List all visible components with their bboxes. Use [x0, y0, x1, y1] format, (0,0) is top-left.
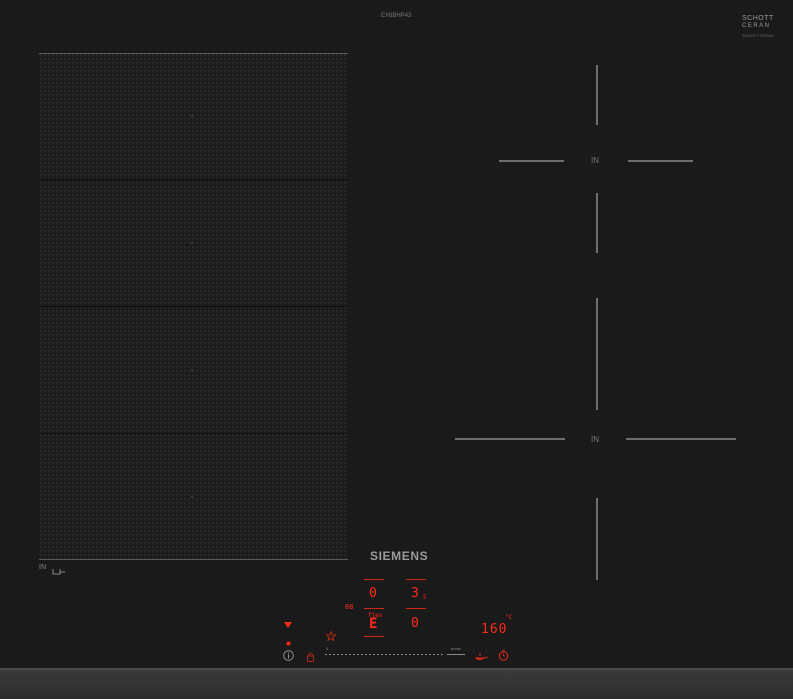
- flex-zone-center-dot: [191, 369, 193, 371]
- pan-icon: [52, 563, 66, 581]
- stainless-frame: [0, 670, 793, 699]
- schott-logo-line3: SCHOTT CERAN: [742, 33, 774, 38]
- flex-zone-label: IN: [39, 564, 46, 571]
- zone-indicator-bar: [364, 579, 384, 580]
- flex-zone-center-dot: [191, 242, 193, 244]
- power-level-display[interactable]: 0: [411, 617, 419, 630]
- zone-indicator-bar: [406, 579, 426, 580]
- zone-lower-marker-top: [596, 298, 598, 410]
- boost-label: boost: [451, 646, 461, 651]
- wifi-icon[interactable]: [284, 615, 292, 633]
- flex-zone-divider: [39, 179, 348, 180]
- zone-upper-label: IN: [591, 156, 599, 165]
- cooktop-glass-surface: EX6BHP43 SCHOTT CERAN SCHOTT CERAN IN IN…: [0, 0, 793, 699]
- power-level-decimal: 5: [423, 594, 427, 601]
- zone-lower-marker-right: [626, 438, 736, 440]
- model-code: EX6BHP43: [381, 13, 412, 19]
- frying-sensor-icon[interactable]: [474, 649, 489, 667]
- zone-indicator-bar: [364, 636, 384, 637]
- flex-zone-center-dot: [191, 115, 193, 117]
- schott-logo-line1: SCHOTT: [742, 15, 774, 22]
- star-icon[interactable]: [325, 628, 337, 646]
- flex-zone-center-dot: [191, 496, 193, 498]
- flex-zone-top-edge: [39, 53, 348, 54]
- flex-zone-divider: [39, 306, 348, 307]
- zone-lower-marker-left: [455, 438, 565, 440]
- lock-icon[interactable]: [307, 649, 314, 667]
- info-icon[interactable]: [283, 648, 294, 666]
- slider-min-label: 0: [326, 646, 329, 651]
- zone-upper-marker-left: [499, 160, 564, 162]
- schott-ceran-logo: SCHOTT CERAN SCHOTT CERAN: [742, 15, 780, 39]
- flex-zone-bottom-edge: [39, 559, 348, 560]
- zone-indicator-bar: [364, 608, 384, 609]
- siemens-logo: SIEMENS: [370, 549, 429, 563]
- timer-icon[interactable]: [498, 648, 509, 666]
- power-level-display[interactable]: 3: [411, 587, 419, 600]
- flex-zone-divider: [39, 433, 348, 434]
- temperature-unit: °C: [505, 614, 513, 621]
- zone-upper-marker-right: [628, 160, 693, 162]
- boost-button[interactable]: [447, 654, 465, 655]
- zone-lower-marker-bottom: [596, 498, 598, 580]
- schott-logo-line2: CERAN: [742, 23, 771, 29]
- zone-upper-marker-bottom: [596, 193, 598, 253]
- zone-lower-label: IN: [591, 435, 599, 444]
- power-level-display[interactable]: E: [369, 617, 377, 631]
- flex-mini-display: 88: [345, 603, 354, 611]
- temperature-display[interactable]: 160: [481, 623, 507, 636]
- power-level-display[interactable]: 0: [369, 587, 377, 600]
- zone-upper-marker-top: [596, 65, 598, 125]
- zone-indicator-bar: [406, 608, 426, 609]
- power-slider[interactable]: [325, 654, 445, 655]
